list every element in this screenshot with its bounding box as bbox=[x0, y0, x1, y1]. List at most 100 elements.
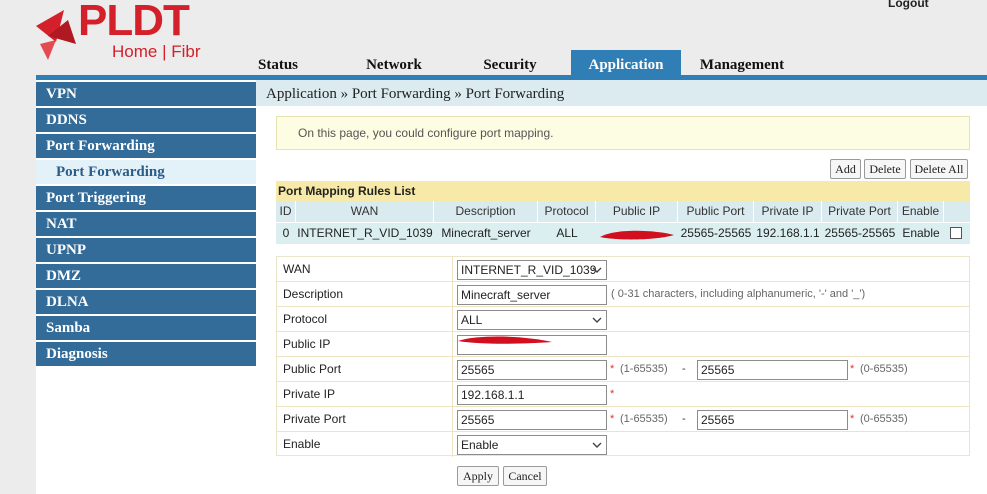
sidebar-item-port-triggering[interactable]: Port Triggering bbox=[36, 186, 256, 210]
tab-management[interactable]: Management bbox=[693, 50, 791, 75]
column-header-public-port: Public Port bbox=[678, 201, 754, 222]
breadcrumb: Application » Port Forwarding » Port For… bbox=[256, 80, 987, 106]
required-mark: * bbox=[850, 413, 855, 425]
add-button[interactable]: Add bbox=[830, 159, 861, 179]
sidebar-subitem-port-forwarding[interactable]: Port Forwarding bbox=[36, 160, 256, 184]
rule-edit-form: WAN INTERNET_R_VID_1039 Description Mine… bbox=[276, 256, 970, 457]
sidebar-item-diagnosis[interactable]: Diagnosis bbox=[36, 342, 256, 366]
delete-all-button[interactable]: Delete All bbox=[910, 159, 968, 179]
form-row-description: Description Minecraft_server ( 0-31 char… bbox=[277, 282, 969, 307]
table-row-private-port: 25565-25565 bbox=[822, 223, 898, 244]
delete-button[interactable]: Delete bbox=[864, 159, 906, 179]
row-separator bbox=[452, 432, 453, 457]
redaction-mark bbox=[600, 230, 674, 240]
sidebar-item-dmz[interactable]: DMZ bbox=[36, 264, 256, 288]
column-header-description: Description bbox=[434, 201, 538, 222]
required-mark: * bbox=[850, 363, 855, 375]
column-header-protocol: Protocol bbox=[538, 201, 596, 222]
private-ip-input[interactable]: 192.168.1.1 bbox=[457, 385, 607, 405]
tab-application[interactable]: Application bbox=[571, 50, 681, 75]
row-separator bbox=[452, 282, 453, 307]
sidebar: VPN DDNS Port Forwarding Port Forwarding… bbox=[36, 80, 256, 494]
tab-network[interactable]: Network bbox=[360, 50, 428, 75]
sidebar-item-samba[interactable]: Samba bbox=[36, 316, 256, 340]
chevron-down-icon bbox=[592, 442, 602, 448]
private-port-start-input[interactable]: 25565 bbox=[457, 410, 607, 430]
tab-security[interactable]: Security bbox=[478, 50, 542, 75]
enable-select[interactable]: Enable bbox=[457, 435, 607, 455]
description-label: Description bbox=[283, 287, 344, 301]
description-hint: ( 0-31 characters, including alphanumeri… bbox=[611, 288, 866, 300]
row-separator bbox=[452, 332, 453, 357]
chevron-down-icon bbox=[592, 317, 602, 323]
chevron-down-icon bbox=[592, 267, 602, 273]
form-row-private-ip: Private IP 192.168.1.1 * bbox=[277, 382, 969, 407]
apply-button[interactable]: Apply bbox=[457, 466, 499, 486]
private-port-end-input[interactable]: 25565 bbox=[697, 410, 848, 430]
row-separator bbox=[452, 307, 453, 332]
logout-link[interactable]: Logout bbox=[888, 0, 929, 10]
sidebar-item-nat[interactable]: NAT bbox=[36, 212, 256, 236]
wan-select[interactable]: INTERNET_R_VID_1039 bbox=[457, 260, 607, 280]
description-input[interactable]: Minecraft_server bbox=[457, 285, 607, 305]
sidebar-item-port-forwarding[interactable]: Port Forwarding bbox=[36, 134, 256, 158]
required-mark: * bbox=[610, 388, 615, 400]
row-separator bbox=[452, 257, 453, 282]
wan-select-value: INTERNET_R_VID_1039 bbox=[461, 263, 597, 277]
table-row-description: Minecraft_server bbox=[434, 223, 538, 244]
public-port-end-input[interactable]: 25565 bbox=[697, 360, 848, 380]
range-dash: - bbox=[682, 413, 686, 425]
private-port-label: Private Port bbox=[283, 412, 346, 426]
private-port-start-range: (1-65535) bbox=[620, 413, 668, 425]
form-row-public-port: Public Port 25565 * (1-65535) - 25565 * … bbox=[277, 357, 969, 382]
table-row-public-ip bbox=[596, 223, 678, 244]
cancel-button[interactable]: Cancel bbox=[503, 466, 547, 486]
public-port-end-range: (0-65535) bbox=[860, 363, 908, 375]
form-row-public-ip: Public IP bbox=[277, 332, 969, 357]
column-header-id: ID bbox=[276, 201, 296, 222]
info-banner: On this page, you could configure port m… bbox=[276, 116, 970, 150]
protocol-select-value: ALL bbox=[461, 313, 483, 327]
table-row-enable: Enable bbox=[898, 223, 944, 244]
form-row-protocol: Protocol ALL bbox=[277, 307, 969, 332]
row-separator bbox=[452, 407, 453, 432]
required-mark: * bbox=[610, 363, 615, 375]
sidebar-item-ddns[interactable]: DDNS bbox=[36, 108, 256, 132]
form-row-enable: Enable Enable bbox=[277, 432, 969, 457]
table-row-public-port: 25565-25565 bbox=[678, 223, 754, 244]
table-row-id: 0 bbox=[276, 223, 296, 244]
public-port-start-range: (1-65535) bbox=[620, 363, 668, 375]
sidebar-item-vpn[interactable]: VPN bbox=[36, 82, 256, 106]
public-port-label: Public Port bbox=[283, 362, 342, 376]
protocol-label: Protocol bbox=[283, 312, 328, 326]
protocol-select[interactable]: ALL bbox=[457, 310, 607, 330]
row-select-checkbox[interactable] bbox=[950, 227, 962, 239]
column-header-private-port: Private Port bbox=[822, 201, 898, 222]
private-port-end-range: (0-65535) bbox=[860, 413, 908, 425]
sidebar-item-upnp[interactable]: UPNP bbox=[36, 238, 256, 262]
public-ip-label: Public IP bbox=[283, 337, 331, 351]
form-row-wan: WAN INTERNET_R_VID_1039 bbox=[277, 257, 969, 282]
row-separator bbox=[452, 357, 453, 382]
port-mapping-rules-table: Port Mapping Rules List ID WAN Descripti… bbox=[276, 181, 970, 245]
range-dash: - bbox=[682, 363, 686, 375]
row-separator bbox=[452, 382, 453, 407]
column-header-private-ip: Private IP bbox=[754, 201, 822, 222]
public-port-start-input[interactable]: 25565 bbox=[457, 360, 607, 380]
form-row-private-port: Private Port 25565 * (1-65535) - 25565 *… bbox=[277, 407, 969, 432]
rules-list-title: Port Mapping Rules List bbox=[276, 181, 970, 201]
enable-label: Enable bbox=[283, 437, 321, 451]
public-ip-input[interactable] bbox=[457, 335, 607, 355]
column-header-public-ip: Public IP bbox=[596, 201, 678, 222]
table-row-protocol: ALL bbox=[538, 223, 596, 244]
tab-status[interactable]: Status bbox=[256, 50, 300, 75]
brand-name: PLDT bbox=[78, 0, 190, 45]
private-ip-label: Private IP bbox=[283, 387, 336, 401]
required-mark: * bbox=[610, 413, 615, 425]
sidebar-item-dlna[interactable]: DLNA bbox=[36, 290, 256, 314]
column-header-enable: Enable bbox=[898, 201, 944, 222]
table-row-wan: INTERNET_R_VID_1039 bbox=[296, 223, 434, 244]
brand-tagline: Home | Fibr bbox=[112, 42, 201, 61]
table-row-private-ip: 192.168.1.1 bbox=[754, 223, 822, 244]
column-header-wan: WAN bbox=[296, 201, 434, 222]
